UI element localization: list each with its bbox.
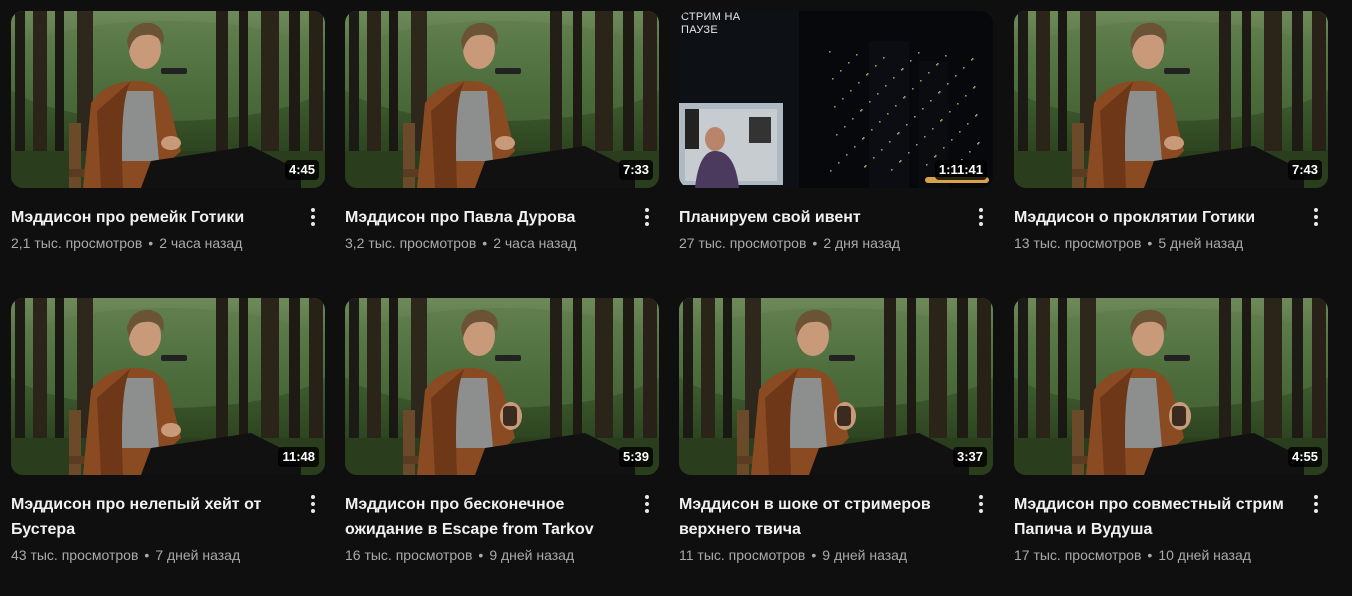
video-title[interactable]: Мэддисон про бесконечное ожидание в Esca… (345, 492, 635, 542)
video-grid: 4:45 Мэддисон про ремейк Готики 2,1 тыс. п… (0, 0, 1352, 596)
duration-badge: 7:33 (618, 160, 653, 180)
video-stats: 16 тыс. просмотров • 9 дней назад (345, 545, 659, 565)
video-stats: 43 тыс. просмотров • 7 дней назад (11, 545, 325, 565)
upload-age: 2 дня назад (823, 235, 901, 251)
video-title[interactable]: Мэддисон про Павла Дурова (345, 205, 635, 230)
video-title[interactable]: Мэддисон о проклятии Готики (1014, 205, 1304, 230)
duration-badge: 3:37 (952, 447, 987, 467)
video-details: Мэддисон про ремейк Готики 2,1 тыс. просм… (11, 188, 325, 253)
forest-scene (345, 298, 659, 475)
view-count: 16 тыс. просмотров (345, 547, 473, 563)
video-thumbnail[interactable]: 7:43 (1014, 11, 1328, 188)
video-card[interactable]: 3:37 Мэддисон в шоке от стримеров верхнег… (679, 298, 993, 565)
video-thumbnail[interactable]: 11:48 (11, 298, 325, 475)
duration-badge: 4:45 (284, 160, 319, 180)
video-details: Мэддисон в шоке от стримеров верхнего тв… (679, 475, 993, 565)
separator-dot: • (478, 547, 484, 563)
video-title[interactable]: Мэддисон про нелепый хейт от Бустера (11, 492, 301, 542)
forest-scene (11, 11, 325, 188)
video-details: Планируем свой ивент 27 тыс. просмотров • 2… (679, 188, 993, 253)
video-thumbnail[interactable]: 4:45 (11, 11, 325, 188)
video-details: Мэддисон про нелепый хейт от Бустера 43 т… (11, 475, 325, 565)
upload-age: 9 дней назад (489, 547, 575, 563)
video-card[interactable]: СТРИМ НА ПАУЗЕ 1:11:41 Планируем свой ивен… (679, 11, 993, 253)
view-count: 17 тыс. просмотров (1014, 547, 1142, 563)
view-count: 27 тыс. просмотров (679, 235, 807, 251)
separator-dot: • (482, 235, 488, 251)
separator-dot: • (1147, 235, 1153, 251)
video-title[interactable]: Мэддисон про совместный стрим Папича и В… (1014, 492, 1304, 542)
view-count: 13 тыс. просмотров (1014, 235, 1142, 251)
separator-dot: • (148, 235, 154, 251)
video-card[interactable]: 4:45 Мэддисон про ремейк Готики 2,1 тыс. п… (11, 11, 325, 253)
upload-age: 7 дней назад (155, 547, 241, 563)
duration-badge: 1:11:41 (934, 160, 987, 180)
separator-dot: • (811, 547, 817, 563)
vertical-ellipsis-icon[interactable] (307, 493, 319, 517)
video-details: Мэддисон о проклятии Готики 13 тыс. просм… (1014, 188, 1328, 253)
video-details: Мэддисон про бесконечное ожидание в Esca… (345, 475, 659, 565)
forest-scene (1014, 298, 1328, 475)
video-details: Мэддисон про совместный стрим Папича и В… (1014, 475, 1328, 565)
vertical-ellipsis-icon[interactable] (975, 493, 987, 517)
duration-badge: 5:39 (618, 447, 653, 467)
video-card[interactable]: 5:39 Мэддисон про бесконечное ожидание в … (345, 298, 659, 565)
vertical-ellipsis-icon[interactable] (1310, 206, 1322, 230)
video-stats: 17 тыс. просмотров • 10 дней назад (1014, 545, 1328, 565)
upload-age: 10 дней назад (1158, 547, 1251, 563)
video-thumbnail[interactable]: СТРИМ НА ПАУЗЕ 1:11:41 (679, 11, 993, 188)
video-stats: 3,2 тыс. просмотров • 2 часа назад (345, 233, 659, 253)
video-stats: 11 тыс. просмотров • 9 дней назад (679, 545, 993, 565)
vertical-ellipsis-icon[interactable] (1310, 493, 1322, 517)
upload-age: 2 часа назад (493, 235, 577, 251)
video-title[interactable]: Планируем свой ивент (679, 205, 969, 230)
view-count: 43 тыс. просмотров (11, 547, 139, 563)
duration-badge: 4:55 (1287, 447, 1322, 467)
video-title[interactable]: Мэддисон в шоке от стримеров верхнего тв… (679, 492, 969, 542)
video-thumbnail[interactable]: 7:33 (345, 11, 659, 188)
forest-scene (1014, 11, 1328, 188)
forest-scene (345, 11, 659, 188)
video-thumbnail[interactable]: 3:37 (679, 298, 993, 475)
vertical-ellipsis-icon[interactable] (641, 493, 653, 517)
separator-dot: • (144, 547, 150, 563)
vertical-ellipsis-icon[interactable] (975, 206, 987, 230)
forest-scene (679, 298, 993, 475)
vertical-ellipsis-icon[interactable] (641, 206, 653, 230)
view-count: 3,2 тыс. просмотров (345, 235, 477, 251)
duration-badge: 7:43 (1287, 160, 1322, 180)
video-card[interactable]: 4:55 Мэддисон про совместный стрим Папича… (1014, 298, 1328, 565)
upload-age: 5 дней назад (1158, 235, 1244, 251)
video-card[interactable]: 7:43 Мэддисон о проклятии Готики 13 тыс. п… (1014, 11, 1328, 253)
thumbnail-overlay-text: СТРИМ НА ПАУЗЕ (681, 11, 741, 36)
duration-badge: 11:48 (278, 447, 319, 467)
video-card[interactable]: 7:33 Мэддисон про Павла Дурова 3,2 тыс. пр… (345, 11, 659, 253)
separator-dot: • (812, 235, 818, 251)
video-card[interactable]: 11:48 Мэддисон про нелепый хейт от Бустер… (11, 298, 325, 565)
vertical-ellipsis-icon[interactable] (307, 206, 319, 230)
upload-age: 9 дней назад (822, 547, 908, 563)
video-thumbnail[interactable]: 5:39 (345, 298, 659, 475)
view-count: 11 тыс. просмотров (679, 547, 806, 563)
video-stats: 27 тыс. просмотров • 2 дня назад (679, 233, 993, 253)
video-details: Мэддисон про Павла Дурова 3,2 тыс. просмо… (345, 188, 659, 253)
separator-dot: • (1147, 547, 1153, 563)
video-stats: 2,1 тыс. просмотров • 2 часа назад (11, 233, 325, 253)
video-thumbnail[interactable]: 4:55 (1014, 298, 1328, 475)
view-count: 2,1 тыс. просмотров (11, 235, 143, 251)
upload-age: 2 часа назад (159, 235, 243, 251)
video-stats: 13 тыс. просмотров • 5 дней назад (1014, 233, 1328, 253)
video-title[interactable]: Мэддисон про ремейк Готики (11, 205, 301, 230)
